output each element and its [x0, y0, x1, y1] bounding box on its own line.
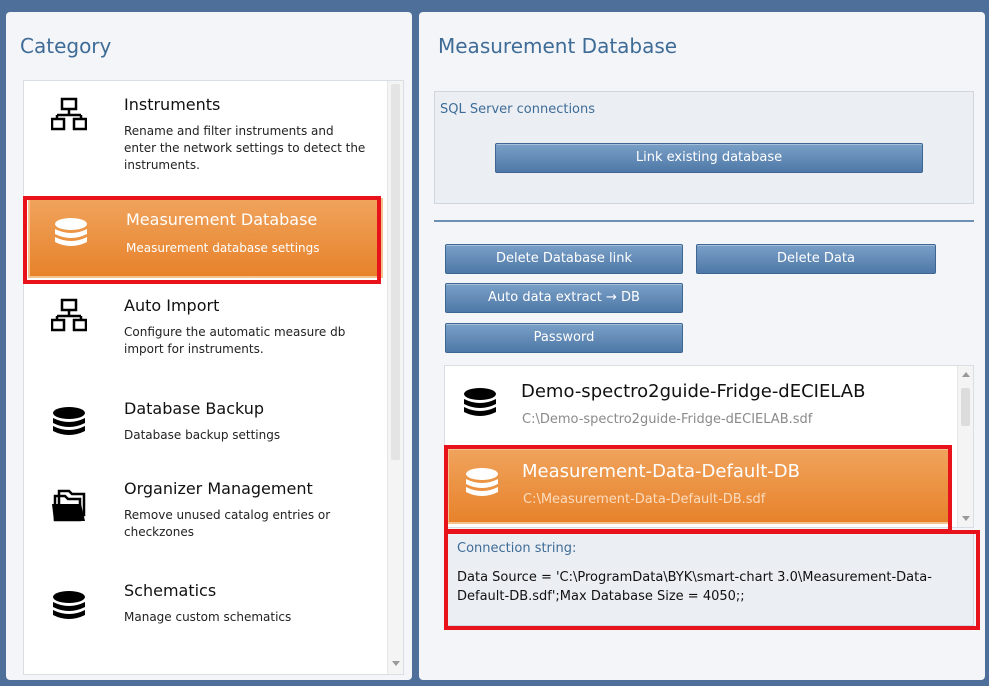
category-item-title: Organizer Management	[124, 479, 313, 498]
database-path: C:\Measurement-Data-Default-DB.sdf	[523, 492, 766, 507]
database-item-selected[interactable]: Measurement-Data-Default-DB C:\Measureme…	[447, 448, 951, 524]
scroll-down-icon[interactable]	[392, 661, 400, 666]
auto-data-extract-button[interactable]: Auto data extract → DB	[445, 283, 683, 313]
database-icon	[466, 468, 498, 496]
link-existing-database-button[interactable]: Link existing database	[495, 143, 923, 173]
category-item-schematics[interactable]: Schematics Manage custom schematics	[28, 573, 383, 669]
database-item[interactable]: Demo-spectro2guide-Fridge-dECIELAB C:\De…	[445, 368, 957, 444]
category-title: Category	[20, 34, 112, 58]
database-scrollbar[interactable]	[957, 366, 973, 527]
password-button[interactable]: Password	[445, 323, 683, 353]
database-list: Demo-spectro2guide-Fridge-dECIELAB C:\De…	[444, 365, 974, 528]
database-icon	[55, 218, 87, 246]
category-item-title: Measurement Database	[126, 210, 318, 229]
category-scrollbar[interactable]	[387, 81, 403, 674]
category-item-description: Measurement database settings	[126, 241, 320, 255]
database-icon	[53, 591, 85, 619]
database-name: Measurement-Data-Default-DB	[522, 461, 801, 482]
category-item-title: Schematics	[124, 581, 217, 600]
category-item-organizer-management[interactable]: Organizer Management Remove unused catal…	[28, 471, 383, 567]
section-divider	[434, 220, 974, 222]
database-panel-title: Measurement Database	[438, 34, 678, 58]
category-item-description: Configure the automatic measure db impor…	[124, 325, 346, 356]
measurement-database-panel: Measurement Database SQL Server connecti…	[419, 12, 985, 680]
category-item-measurement-database[interactable]: Measurement Database Measurement databas…	[28, 198, 383, 278]
network-icon	[51, 298, 87, 332]
delete-data-button[interactable]: Delete Data	[696, 244, 936, 274]
category-item-description: Database backup settings	[124, 428, 281, 442]
category-item-title: Database Backup	[124, 399, 265, 418]
database-name: Demo-spectro2guide-Fridge-dECIELAB	[521, 381, 866, 402]
connection-string-label: Connection string:	[457, 541, 577, 556]
category-item-description: Remove unused catalog entries or checkzo…	[124, 508, 331, 539]
scroll-up-icon[interactable]	[962, 372, 970, 377]
network-icon	[51, 97, 87, 131]
category-item-auto-import[interactable]: Auto Import Configure the automatic meas…	[28, 288, 383, 384]
category-item-description: Manage custom schematics	[124, 610, 292, 624]
database-icon	[53, 407, 85, 435]
category-item-instruments[interactable]: Instruments Rename and filter instrument…	[28, 87, 383, 183]
folder-icon	[52, 489, 86, 522]
sql-server-label: SQL Server connections	[440, 102, 596, 117]
category-item-title: Auto Import	[124, 296, 220, 315]
category-list: Instruments Rename and filter instrument…	[23, 80, 404, 675]
delete-database-link-button[interactable]: Delete Database link	[445, 244, 683, 274]
scroll-thumb[interactable]	[961, 388, 970, 426]
category-panel: Category Instruments Rename and filter i…	[6, 12, 412, 680]
scroll-down-icon[interactable]	[962, 516, 970, 521]
database-path: C:\Demo-spectro2guide-Fridge-dECIELAB.sd…	[522, 412, 813, 427]
database-icon	[464, 388, 496, 416]
category-item-title: Instruments	[124, 95, 221, 114]
connection-string-value: Data Source = 'C:\ProgramData\BYK\smart-…	[457, 570, 932, 604]
category-item-description: Rename and filter instruments and enter …	[124, 124, 366, 172]
scroll-thumb[interactable]	[391, 84, 400, 460]
